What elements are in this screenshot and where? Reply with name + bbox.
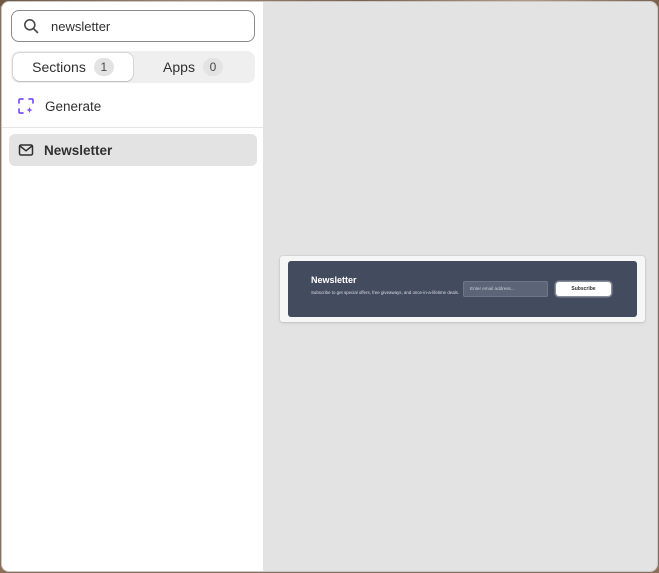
tab-sections[interactable]: Sections 1 xyxy=(13,53,133,81)
search-field[interactable] xyxy=(11,10,255,42)
tab-sections-label: Sections xyxy=(32,59,86,75)
tab-apps-count: 0 xyxy=(202,58,223,76)
divider xyxy=(2,127,263,128)
generate-label: Generate xyxy=(45,98,102,114)
result-item-label: Newsletter xyxy=(44,142,113,158)
tab-apps-label: Apps xyxy=(163,59,195,75)
sections-panel: Sections 1 Apps 0 Generate xyxy=(2,2,263,571)
preview-description: Subscribe to get special offers, free gi… xyxy=(311,290,460,295)
preview-title: Newsletter xyxy=(311,275,357,285)
envelope-icon xyxy=(18,142,34,158)
preview-subscribe-button: Subscribe xyxy=(556,282,611,296)
preview-email-field: Enter email address... xyxy=(463,281,548,297)
tab-sections-count: 1 xyxy=(93,58,114,76)
section-picker-popover: Sections 1 Apps 0 Generate xyxy=(1,1,658,572)
generate-button[interactable]: Generate xyxy=(10,91,258,121)
search-icon xyxy=(23,18,39,34)
result-item-newsletter[interactable]: Newsletter xyxy=(9,134,257,166)
tab-apps[interactable]: Apps 0 xyxy=(133,53,253,81)
search-input[interactable] xyxy=(51,15,241,37)
section-preview: Newsletter Subscribe to get special offe… xyxy=(280,256,645,322)
tab-group: Sections 1 Apps 0 xyxy=(11,51,255,83)
newsletter-banner: Newsletter Subscribe to get special offe… xyxy=(288,261,637,317)
sparkle-frame-icon xyxy=(17,97,35,115)
